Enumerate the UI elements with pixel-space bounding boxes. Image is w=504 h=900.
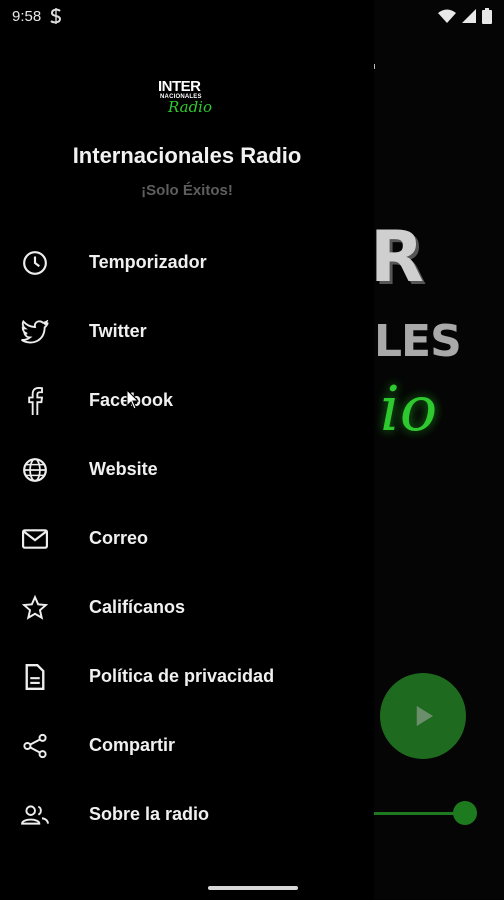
gesture-nav-handle[interactable] [208, 886, 298, 890]
menu-item-compartir[interactable]: Compartir [0, 711, 374, 780]
background-logo-script: io [380, 372, 438, 445]
notification-s-icon [50, 8, 62, 24]
menu-item-website[interactable]: Website [0, 435, 374, 504]
drawer-subtitle: ¡Solo Éxitos! [141, 182, 233, 199]
mail-icon [21, 525, 49, 553]
twitter-icon [21, 318, 49, 346]
menu-label: Compartir [89, 735, 176, 755]
battery-icon [482, 8, 492, 24]
menu-item-calificanos[interactable]: Califícanos [0, 573, 374, 642]
navigation-drawer: INTER NACIONALES Radio Internacionales R… [0, 0, 374, 900]
menu-item-temporizador[interactable]: Temporizador [0, 228, 374, 297]
menu-item-sobre-la-radio[interactable]: Sobre la radio [0, 780, 374, 849]
menu-label: Website [89, 459, 158, 479]
menu-item-correo[interactable]: Correo [0, 504, 374, 573]
share-icon [21, 732, 49, 760]
menu-item-twitter[interactable]: Twitter [0, 297, 374, 366]
signal-icon [462, 9, 476, 23]
background-logo-letters: R [370, 216, 424, 298]
logo-text-inter: INTER [158, 78, 201, 95]
wifi-icon [438, 9, 456, 23]
clock-icon [21, 249, 49, 277]
menu-label: Califícanos [89, 597, 186, 617]
logo-text-radio: Radio [168, 98, 213, 116]
menu-label: Política de privacidad [89, 666, 275, 686]
volume-slider-track[interactable] [372, 812, 466, 815]
drawer-menu: Temporizador Twitter Facebook Website Co… [0, 228, 374, 849]
background-logo-letters-2: LES [374, 316, 462, 367]
drawer-logo: INTER NACIONALES Radio [158, 78, 216, 124]
drawer-title: Internacionales Radio [72, 143, 302, 168]
mouse-cursor-icon [126, 389, 140, 410]
status-time: 9:58 [12, 7, 42, 25]
menu-label: Twitter [89, 321, 147, 341]
menu-item-politica-de-privacidad[interactable]: Política de privacidad [0, 642, 374, 711]
star-icon [21, 594, 49, 622]
play-button[interactable] [380, 673, 466, 759]
play-icon [416, 706, 433, 726]
globe-icon [21, 456, 49, 484]
menu-label: Sobre la radio [89, 804, 210, 824]
facebook-icon [21, 386, 49, 415]
status-bar: 9:58 [0, 0, 504, 32]
menu-item-facebook[interactable]: Facebook [0, 366, 374, 435]
people-icon [21, 801, 49, 829]
volume-slider-thumb[interactable] [453, 801, 477, 825]
menu-label: Temporizador [89, 252, 207, 272]
document-icon [21, 663, 49, 691]
menu-label: Correo [89, 528, 149, 548]
